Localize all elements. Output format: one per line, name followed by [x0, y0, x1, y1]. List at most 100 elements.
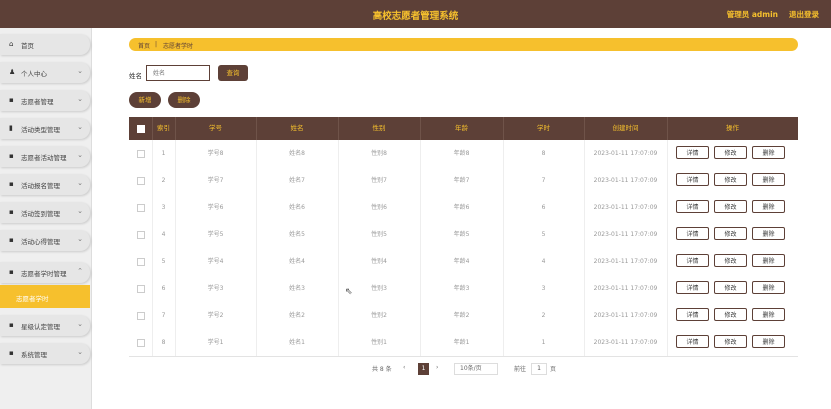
sidebar-item-reflections[interactable]: ▪ 活动心得管理 ⌄: [0, 230, 90, 251]
table-row: 3 学号6 姓名6 性别6 年龄6 6 2023-01-11 17:07:09 详情 修改 删除: [129, 194, 798, 222]
sidebar-item-activity-types[interactable]: ▮ 活动类型管理 ⌄: [0, 118, 90, 139]
sidebar-item-volunteer-activities[interactable]: ▪ 志愿者活动管理 ⌄: [0, 146, 90, 167]
row-select-cell: [129, 302, 153, 329]
sidebar-subitem-volunteer-hours[interactable]: 志愿者学时: [0, 285, 90, 308]
edit-button[interactable]: 修改: [714, 173, 747, 186]
table-cell-created: 2023-01-11 17:07:09: [584, 329, 668, 356]
edit-button[interactable]: 修改: [714, 308, 747, 321]
user-icon: ♟: [9, 68, 16, 76]
delete-button[interactable]: 删除: [752, 173, 785, 186]
column-header-created: 创建时间: [584, 117, 668, 140]
select-all-checkbox[interactable]: [137, 125, 145, 133]
add-button[interactable]: 新增: [129, 92, 161, 108]
table-row: 6 学号3 姓名3 性别3 年龄3 3 2023-01-11 17:07:09 详情 修改 删除: [129, 275, 798, 303]
delete-button[interactable]: 删除: [752, 281, 785, 294]
delete-button[interactable]: 删除: [752, 227, 785, 240]
edit-button[interactable]: 修改: [714, 254, 747, 267]
breadcrumb-home[interactable]: 首页: [138, 41, 150, 50]
row-checkbox[interactable]: [137, 312, 145, 320]
edit-button[interactable]: 修改: [714, 281, 747, 294]
table-cell-age: 年龄7: [420, 167, 504, 194]
table-row: 8 学号1 姓名1 性别1 年龄1 1 2023-01-11 17:07:09 详情 修改 删除: [129, 329, 798, 357]
sidebar-item-label: 星级认定管理: [21, 323, 60, 331]
detail-button[interactable]: 详情: [676, 281, 709, 294]
page-size-select[interactable]: 10条/页: [454, 363, 498, 375]
table-row: 4 学号5 姓名5 性别5 年龄5 5 2023-01-11 17:07:09 详情 修改 删除: [129, 221, 798, 249]
admin-user-label[interactable]: 管理员 admin: [727, 9, 778, 20]
table-cell-created: 2023-01-11 17:07:09: [584, 194, 668, 221]
pagination-next[interactable]: ›: [436, 364, 438, 371]
sidebar-item-registrations[interactable]: ▪ 活动报名管理 ⌄: [0, 174, 90, 195]
delete-button[interactable]: 删除: [752, 146, 785, 159]
top-bar: 高校志愿者管理系统 管理员 admin 退出登录: [0, 0, 831, 28]
sidebar-item-label: 个人中心: [21, 70, 47, 78]
name-search-input[interactable]: [146, 65, 210, 81]
row-checkbox[interactable]: [137, 204, 145, 212]
pagination-prev[interactable]: ‹: [403, 364, 405, 371]
edit-button[interactable]: 修改: [714, 146, 747, 159]
table-cell-student-no: 学号5: [175, 221, 257, 248]
sidebar-item-star-rating[interactable]: ▪ 星级认定管理 ⌄: [0, 315, 90, 336]
sidebar-item-checkins[interactable]: ▪ 活动签到管理 ⌄: [0, 202, 90, 223]
table-cell-gender: 性别5: [338, 221, 421, 248]
row-checkbox[interactable]: [137, 258, 145, 266]
pagination-goto-input[interactable]: 1: [531, 363, 547, 375]
table-cell-student-no: 学号8: [175, 140, 257, 167]
sidebar-item-label: 志愿者管理: [21, 98, 54, 106]
sidebar-item-volunteers[interactable]: ▪ 志愿者管理 ⌄: [0, 90, 90, 111]
delete-button[interactable]: 删除: [752, 335, 785, 348]
table-cell-name: 姓名6: [256, 194, 339, 221]
edit-button[interactable]: 修改: [714, 335, 747, 348]
table-cell-index: 5: [152, 248, 176, 275]
table-row: 7 学号2 姓名2 性别2 年龄2 2 2023-01-11 17:07:09 详情 修改 删除: [129, 302, 798, 330]
row-checkbox[interactable]: [137, 339, 145, 347]
detail-button[interactable]: 详情: [676, 254, 709, 267]
sidebar-item-label: 活动报名管理: [21, 182, 60, 190]
row-select-cell: [129, 329, 153, 356]
sidebar-item-home[interactable]: ⌂ 首页: [0, 34, 90, 55]
query-button[interactable]: 查询: [218, 65, 248, 81]
row-checkbox[interactable]: [137, 177, 145, 185]
detail-button[interactable]: 详情: [676, 146, 709, 159]
table-cell-name: 姓名3: [256, 275, 339, 302]
detail-button[interactable]: 详情: [676, 173, 709, 186]
row-select-cell: [129, 140, 153, 167]
row-select-cell: [129, 194, 153, 221]
table-cell-gender: 性别2: [338, 302, 421, 329]
delete-button[interactable]: 删除: [752, 308, 785, 321]
edit-button[interactable]: 修改: [714, 227, 747, 240]
grid-icon: ▪: [9, 349, 14, 357]
batch-delete-button[interactable]: 删除: [168, 92, 200, 108]
pagination-current-page[interactable]: 1: [418, 363, 429, 375]
breadcrumb-current: 志愿者学时: [163, 43, 194, 50]
grid-icon: ▪: [9, 268, 14, 276]
detail-button[interactable]: 详情: [676, 335, 709, 348]
table-cell-index: 6: [152, 275, 176, 302]
row-checkbox[interactable]: [137, 231, 145, 239]
breadcrumb-separator: |: [155, 41, 158, 48]
sidebar-item-profile[interactable]: ♟ 个人中心 ⌄: [0, 62, 90, 83]
grid-icon: ▪: [9, 236, 14, 244]
row-checkbox[interactable]: [137, 285, 145, 293]
delete-button[interactable]: 删除: [752, 200, 785, 213]
grid-icon: ▪: [9, 321, 14, 329]
row-checkbox[interactable]: [137, 150, 145, 158]
table-cell-gender: 性别7: [338, 167, 421, 194]
delete-button[interactable]: 删除: [752, 254, 785, 267]
detail-button[interactable]: 详情: [676, 308, 709, 321]
detail-button[interactable]: 详情: [676, 227, 709, 240]
sidebar-item-system[interactable]: ▪ 系统管理 ⌄: [0, 343, 90, 364]
sidebar-item-volunteer-hours[interactable]: ▪ 志愿者学时管理 ⌃: [0, 262, 90, 283]
detail-button[interactable]: 详情: [676, 200, 709, 213]
table-cell-hours: 3: [503, 275, 585, 302]
chart-icon: ▮: [9, 124, 13, 132]
table-cell-hours: 6: [503, 194, 585, 221]
sidebar-item-label: 首页: [21, 42, 34, 50]
grid-icon: ▪: [9, 180, 14, 188]
chevron-down-icon: ⌄: [77, 179, 83, 187]
table-row: 5 学号4 姓名4 性别4 年龄4 4 2023-01-11 17:07:09 详情 修改 删除: [129, 248, 798, 276]
table-cell-age: 年龄6: [420, 194, 504, 221]
table-cell-student-no: 学号4: [175, 248, 257, 275]
edit-button[interactable]: 修改: [714, 200, 747, 213]
logout-link[interactable]: 退出登录: [789, 9, 819, 20]
